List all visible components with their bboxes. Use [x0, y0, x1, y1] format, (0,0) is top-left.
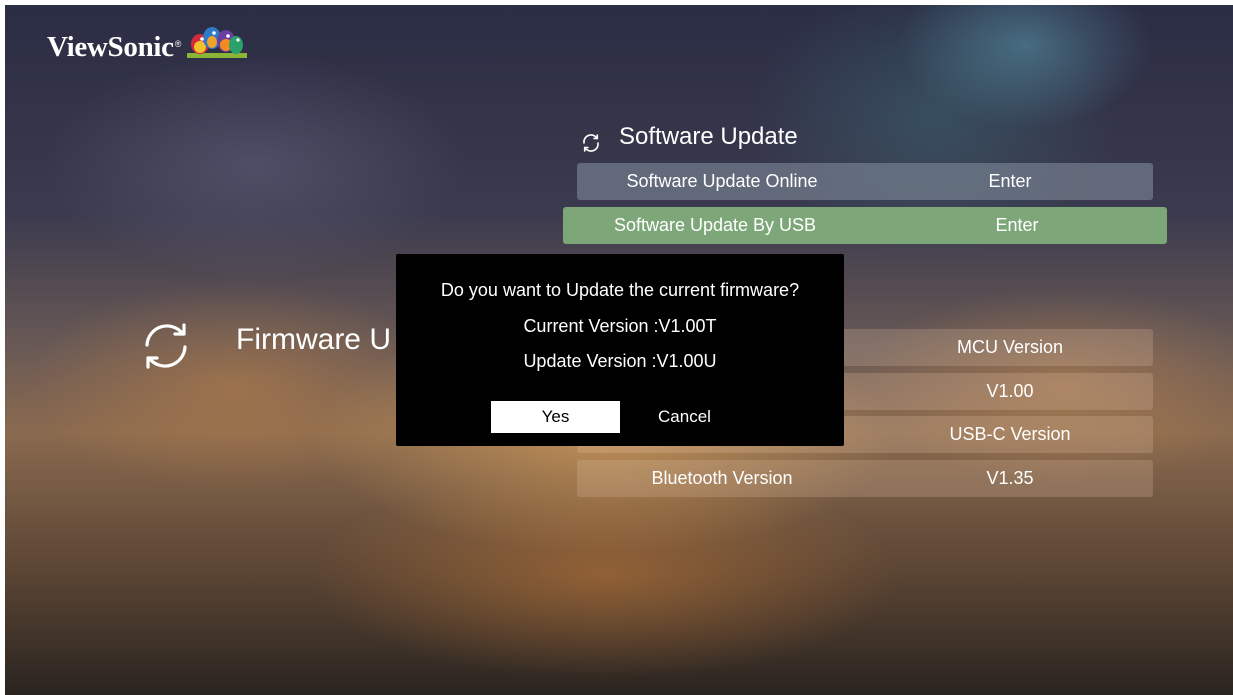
- info-row-value: V1.00: [986, 381, 1034, 401]
- info-row-bluetooth-version: Bluetooth Version V1.35: [577, 460, 1153, 497]
- menu-item-label: Software Update Online: [626, 171, 818, 191]
- menu-item-label: Software Update By USB: [613, 215, 817, 235]
- firmware-update-dialog: Do you want to Update the current firmwa…: [396, 254, 844, 446]
- info-row-value: MCU Version: [956, 337, 1064, 357]
- info-row-value: V1.35: [986, 468, 1034, 488]
- section-title: Software Update: [619, 123, 798, 150]
- menu-item-value: Enter: [995, 215, 1039, 235]
- info-row-label: Bluetooth Version: [651, 468, 793, 488]
- projector-screen: ViewSonic ® Firmware U Software Update S…: [5, 5, 1233, 695]
- birds-logo-icon: [187, 27, 248, 58]
- refresh-icon: [145, 323, 187, 369]
- dialog-current-version: Current Version :V1.00T: [523, 316, 717, 336]
- trademark-symbol: ®: [174, 39, 182, 49]
- menu-item-software-update-online[interactable]: Software Update Online Enter: [577, 163, 1153, 200]
- viewsonic-logo: ViewSonic ®: [47, 27, 248, 64]
- dialog-update-version: Update Version :V1.00U: [523, 351, 717, 371]
- refresh-icon: [583, 134, 599, 152]
- info-row-value: USB-C Version: [949, 424, 1071, 444]
- menu-item-software-update-by-usb[interactable]: Software Update By USB Enter: [563, 207, 1167, 244]
- dialog-question: Do you want to Update the current firmwa…: [440, 280, 800, 300]
- cancel-button[interactable]: Cancel: [620, 401, 749, 433]
- firmware-update-title: Firmware U: [236, 323, 391, 356]
- menu-item-value: Enter: [988, 171, 1032, 191]
- brand-name: ViewSonic: [47, 31, 174, 63]
- yes-button[interactable]: Yes: [491, 401, 620, 433]
